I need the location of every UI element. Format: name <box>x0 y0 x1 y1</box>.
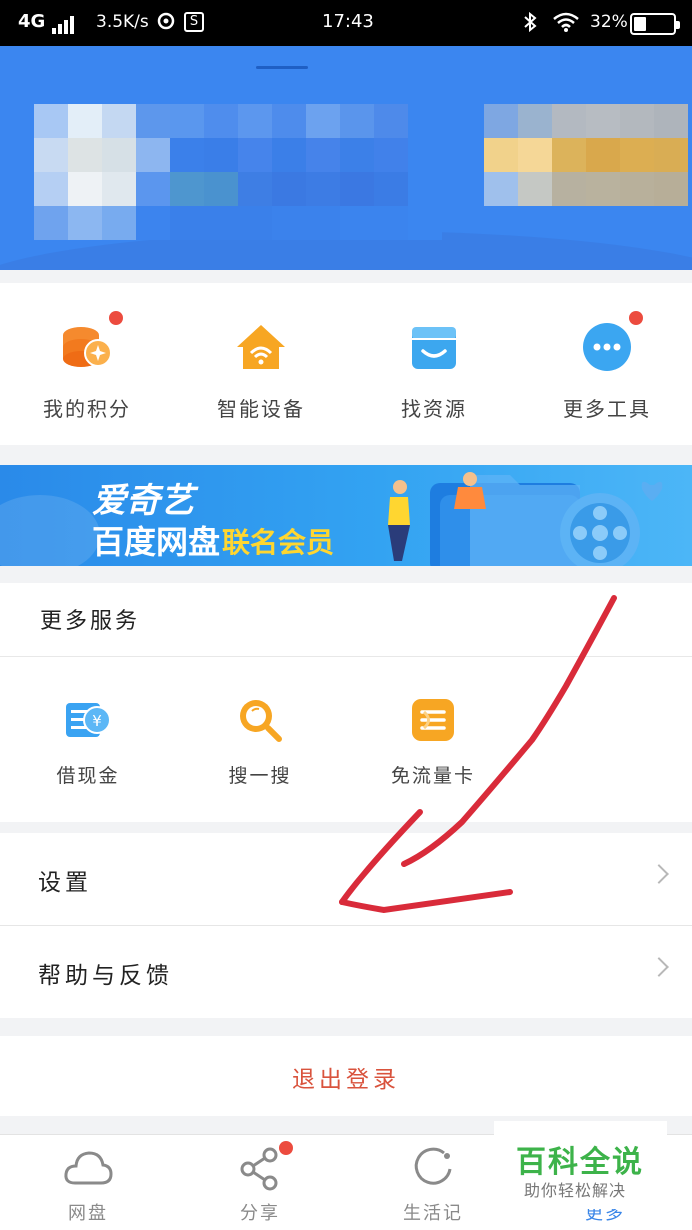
tools-card: 我的积分 智能设备 找资源 更多工具 <box>0 283 692 445</box>
cash-icon: ¥ <box>63 695 113 745</box>
sync-icon <box>156 11 176 37</box>
service-label: 免流量卡 <box>390 765 475 787</box>
tool-my-points[interactable]: 我的积分 <box>17 311 157 422</box>
battery-percent: 32% <box>590 12 628 32</box>
more-services-card: 更多服务 ¥ 借现金 搜一搜 免流量卡 <box>0 583 692 822</box>
tab-netdisk[interactable]: 网盘 <box>33 1143 143 1225</box>
watermark: 百科全说 助你轻松解决 <box>494 1121 667 1209</box>
status-bar: 4G 3.5K/s S 17:43 32% <box>0 0 692 46</box>
more-icon <box>579 319 635 375</box>
network-type: 4G <box>18 11 46 32</box>
blurred-vip-badge <box>484 104 688 206</box>
settings-label: 设置 <box>38 870 92 896</box>
notification-dot <box>109 311 123 325</box>
wifi-icon <box>552 11 580 39</box>
tool-label: 更多工具 <box>563 397 651 421</box>
service-search[interactable]: 搜一搜 <box>200 695 320 788</box>
share-icon <box>235 1143 285 1193</box>
chevron-right-icon <box>649 957 669 977</box>
clock: 17:43 <box>322 11 374 32</box>
signal-icon <box>52 12 76 34</box>
section-title: 更多服务 <box>40 609 141 634</box>
s-badge-icon: S <box>184 12 204 32</box>
tool-find-resources[interactable]: 找资源 <box>364 319 504 422</box>
store-icon <box>406 319 462 375</box>
tab-label: 生活记 <box>403 1203 463 1224</box>
promo-banner[interactable]: 爱奇艺 百度网盘 联名会员 <box>0 465 692 566</box>
help-feedback-row[interactable]: 帮助与反馈 <box>0 926 692 1018</box>
divider <box>0 656 692 657</box>
notification-dot <box>279 1141 293 1155</box>
help-feedback-label: 帮助与反馈 <box>38 963 173 989</box>
watermark-subtitle: 助你轻松解决 <box>524 1181 627 1200</box>
service-borrow-cash[interactable]: ¥ 借现金 <box>28 695 148 788</box>
svg-text:¥: ¥ <box>92 712 102 730</box>
battery-icon <box>630 13 680 35</box>
banner-product: 百度网盘 <box>92 523 221 561</box>
network-speed: 3.5K/s <box>96 12 149 32</box>
profile-header[interactable] <box>0 46 692 270</box>
battery-fill <box>634 17 646 31</box>
banner-brand: 爱奇艺 <box>92 481 194 521</box>
tool-smart-devices[interactable]: 智能设备 <box>191 319 331 422</box>
banner-tagline: 联名会员 <box>222 526 335 559</box>
coins-icon <box>59 319 115 375</box>
tool-label: 智能设备 <box>217 397 305 421</box>
smart-home-icon <box>233 319 289 375</box>
tab-life-notes[interactable]: 生活记 <box>378 1143 488 1225</box>
tool-label: 我的积分 <box>43 397 131 421</box>
logout-button[interactable]: 退出登录 <box>0 1036 692 1116</box>
service-label: 搜一搜 <box>228 765 292 787</box>
tab-share[interactable]: 分享 <box>205 1141 315 1225</box>
notification-dot <box>629 311 643 325</box>
logout-label: 退出登录 <box>292 1067 400 1093</box>
life-icon <box>408 1143 458 1193</box>
tool-more-tools[interactable]: 更多工具 <box>537 311 677 422</box>
settings-row[interactable]: 设置 <box>0 833 692 925</box>
cloud-icon <box>63 1143 113 1193</box>
service-data-card[interactable]: 免流量卡 <box>373 695 493 788</box>
data-card-icon <box>408 695 458 745</box>
tab-label: 分享 <box>240 1203 280 1224</box>
service-label: 借现金 <box>56 765 120 787</box>
banner-illustration <box>388 472 663 566</box>
search-icon <box>235 695 285 745</box>
watermark-title: 百科全说 <box>516 1145 644 1180</box>
chevron-right-icon <box>649 864 669 884</box>
bluetooth-icon <box>522 11 538 39</box>
blurred-avatar-and-name <box>34 104 442 240</box>
tool-label: 找资源 <box>401 397 467 421</box>
tab-label: 网盘 <box>68 1203 108 1224</box>
